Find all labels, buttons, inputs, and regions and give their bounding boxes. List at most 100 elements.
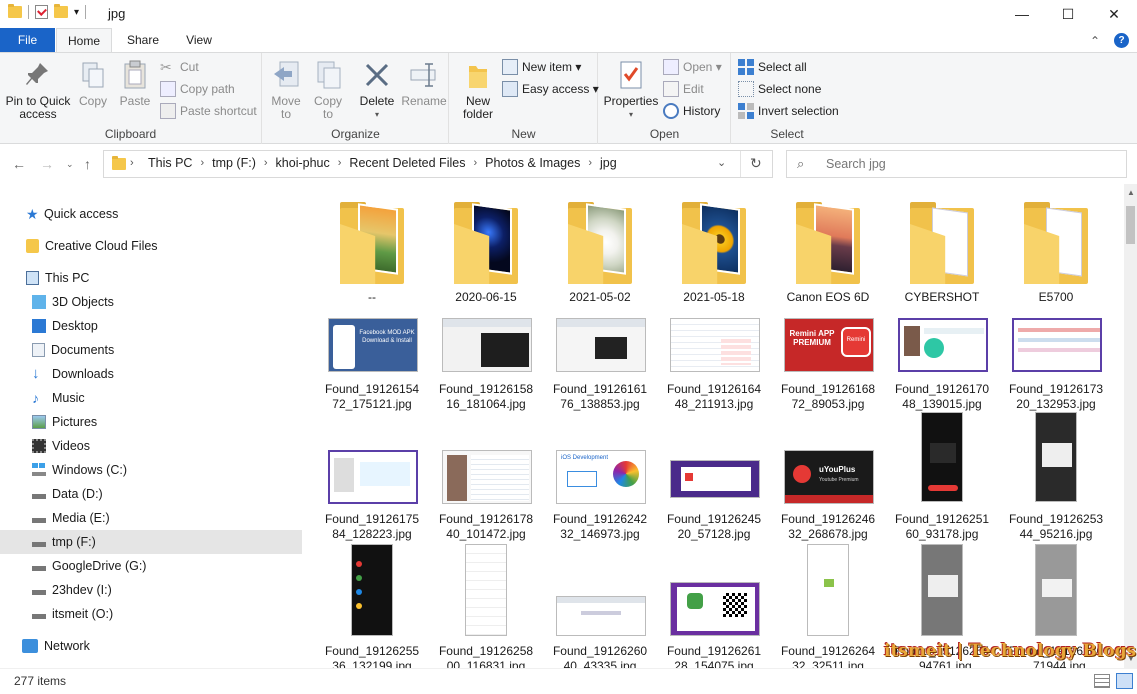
new-item-button[interactable]: New item ▾ [502, 57, 581, 77]
sidebar-item-pictures[interactable]: Pictures [0, 410, 302, 434]
scroll-up-icon[interactable]: ▲ [1127, 188, 1135, 197]
file-item[interactable]: Found_1912617320_132953.jpg [1006, 316, 1106, 412]
details-view-icon[interactable] [1094, 674, 1110, 688]
copy-button[interactable]: Copy [74, 59, 112, 108]
forward-arrow-icon[interactable]: → [40, 156, 54, 172]
large-icons-view-icon[interactable] [1116, 673, 1133, 689]
sidebar-item-windows-c[interactable]: Windows (C:) [0, 458, 302, 482]
tab-share[interactable]: Share [116, 28, 170, 52]
copy-to-button[interactable]: Copy to [309, 59, 347, 121]
image-thumbnail: uYouPlus Youtube Premium [782, 446, 874, 504]
search-input[interactable]: Search jpg [826, 157, 886, 171]
refresh-icon[interactable]: ↻ [750, 155, 762, 172]
file-item[interactable]: Found_1912625800_116831.jpg [436, 544, 536, 668]
invert-selection-button[interactable]: Invert selection [738, 101, 839, 121]
up-arrow-icon[interactable]: ↑ [84, 156, 91, 172]
back-arrow-icon[interactable]: ← [12, 156, 26, 172]
file-item[interactable]: Facebook MOD APK Download & Install Foun… [322, 316, 422, 412]
maximize-button[interactable]: ☐ [1045, 0, 1091, 28]
file-item[interactable]: Found_1912625344_95216.jpg [1006, 412, 1106, 542]
new-folder-icon [463, 59, 493, 91]
sidebar-item-3d-objects[interactable]: 3D Objects [0, 290, 302, 314]
file-item[interactable]: Found_1912625536_132199.jpg [322, 544, 422, 668]
file-item[interactable]: Found_1912616448_211913.jpg [664, 316, 764, 412]
sidebar-item-videos[interactable]: Videos [0, 434, 302, 458]
breadcrumb-item[interactable]: This PC [142, 156, 198, 170]
scrollbar-thumb[interactable] [1126, 206, 1135, 244]
file-item[interactable]: Found_1912624520_57128.jpg [664, 446, 764, 542]
breadcrumb-item[interactable]: tmp (F:) [206, 156, 262, 170]
sidebar-item-quick-access[interactable]: ★ Quick access [0, 202, 302, 226]
new-folder-icon[interactable] [54, 4, 68, 18]
sidebar-item-creative-cloud[interactable]: Creative Cloud Files [0, 234, 302, 258]
file-item[interactable]: Found_1912626432_32511.jpg [778, 544, 878, 668]
properties-button[interactable]: Properties ▾ [601, 59, 661, 121]
sidebar-item-googledrive-g[interactable]: GoogleDrive (G:) [0, 554, 302, 578]
sidebar-item-itsmeit-o[interactable]: itsmeit (O:) [0, 602, 302, 626]
sidebar-item-documents[interactable]: Documents [0, 338, 302, 362]
edit-button[interactable]: Edit [663, 79, 704, 99]
sidebar-item-network[interactable]: Network [0, 634, 302, 658]
sidebar-item-media-e[interactable]: Media (E:) [0, 506, 302, 530]
sidebar-item-tmp-f[interactable]: tmp (F:) [0, 530, 302, 554]
sidebar-item-desktop[interactable]: Desktop [0, 314, 302, 338]
delete-button[interactable]: Delete ▾ [357, 59, 397, 121]
recent-locations-icon[interactable]: ⌄ [66, 159, 74, 170]
new-folder-button[interactable]: New folder [456, 59, 500, 121]
file-item[interactable]: Found_1912617840_101472.jpg [436, 446, 536, 542]
breadcrumb-item[interactable]: Recent Deleted Files [343, 156, 471, 170]
open-group: Properties ▾ Open ▾ Edit History Open [599, 53, 731, 144]
folder-item[interactable]: 2021-05-02 [550, 202, 650, 305]
breadcrumb-item[interactable]: Photos & Images [479, 156, 586, 170]
folder-item[interactable]: 2020-06-15 [436, 202, 536, 305]
customize-toolbar-icon[interactable]: ▾ [74, 7, 79, 18]
copy-path-button[interactable]: Copy path [160, 79, 235, 99]
file-item[interactable]: Remini APP PREMIUM Remini Found_19126168… [778, 316, 878, 412]
vertical-scrollbar[interactable]: ▲ ▼ [1124, 184, 1137, 668]
help-icon[interactable]: ? [1114, 33, 1129, 48]
file-item[interactable]: iOS Development Found_1912624232_146973.… [550, 446, 650, 542]
image-thumbnail: Facebook MOD APK Download & Install [326, 316, 418, 372]
open-button[interactable]: Open ▾ [663, 57, 722, 77]
easy-access-button[interactable]: Easy access ▾ [502, 79, 599, 99]
paste-button[interactable]: Paste [114, 59, 156, 108]
folder-item[interactable]: CYBERSHOT [892, 202, 992, 305]
pin-button[interactable]: Pin to Quick access [4, 59, 72, 121]
history-button[interactable]: History [663, 101, 720, 121]
sidebar-item-music[interactable]: ♪ Music [0, 386, 302, 410]
cut-button[interactable]: ✂ Cut [160, 57, 199, 77]
sidebar-item-23hdev-i[interactable]: 23hdev (I:) [0, 578, 302, 602]
folder-item[interactable]: 2021-05-18 [664, 202, 764, 305]
tab-home[interactable]: Home [56, 28, 112, 53]
file-item[interactable]: uYouPlus Youtube Premium Found_191262463… [778, 446, 878, 542]
file-item[interactable]: Found_1912616176_138853.jpg [550, 316, 650, 412]
rename-button[interactable]: Rename [401, 59, 447, 108]
close-button[interactable]: ✕ [1091, 0, 1137, 28]
move-to-button[interactable]: Move to [267, 59, 305, 121]
chevron-down-icon[interactable]: ⌄ [717, 156, 726, 169]
breadcrumb-item[interactable]: jpg [594, 156, 623, 170]
sidebar-item-data-d[interactable]: Data (D:) [0, 482, 302, 506]
file-item[interactable]: Found_1912625160_93178.jpg [892, 412, 992, 542]
file-item[interactable]: Found_1912626040_43335.jpg [550, 544, 650, 668]
paste-shortcut-button[interactable]: Paste shortcut [160, 101, 257, 121]
search-box[interactable]: ⌕ Search jpg [786, 150, 1127, 178]
collapse-ribbon-icon[interactable]: ⌃ [1090, 34, 1100, 48]
file-item[interactable]: Found_1912626128_154075.jpg [664, 544, 764, 668]
tab-file[interactable]: File [0, 28, 55, 52]
minimize-button[interactable]: — [999, 0, 1045, 28]
tab-view[interactable]: View [172, 28, 226, 52]
folder-item[interactable]: Canon EOS 6D [778, 202, 878, 305]
breadcrumb-item[interactable]: khoi-phuc [270, 156, 336, 170]
file-item[interactable]: Found_1912615816_181064.jpg [436, 316, 536, 412]
address-box[interactable]: › This PC › tmp (F:) › khoi-phuc › Recent D… [103, 150, 773, 178]
select-none-button[interactable]: Select none [738, 79, 821, 99]
folder-item[interactable]: E5700 [1006, 202, 1106, 305]
file-item[interactable]: Found_1912617048_139015.jpg [892, 316, 992, 412]
sidebar-item-this-pc[interactable]: This PC [0, 266, 302, 290]
sidebar-item-downloads[interactable]: ↓ Downloads [0, 362, 302, 386]
select-all-button[interactable]: Select all [738, 57, 807, 77]
properties-icon[interactable] [35, 5, 48, 19]
folder-item[interactable]: -- [322, 202, 422, 305]
file-item[interactable]: Found_1912617584_128223.jpg [322, 446, 422, 542]
